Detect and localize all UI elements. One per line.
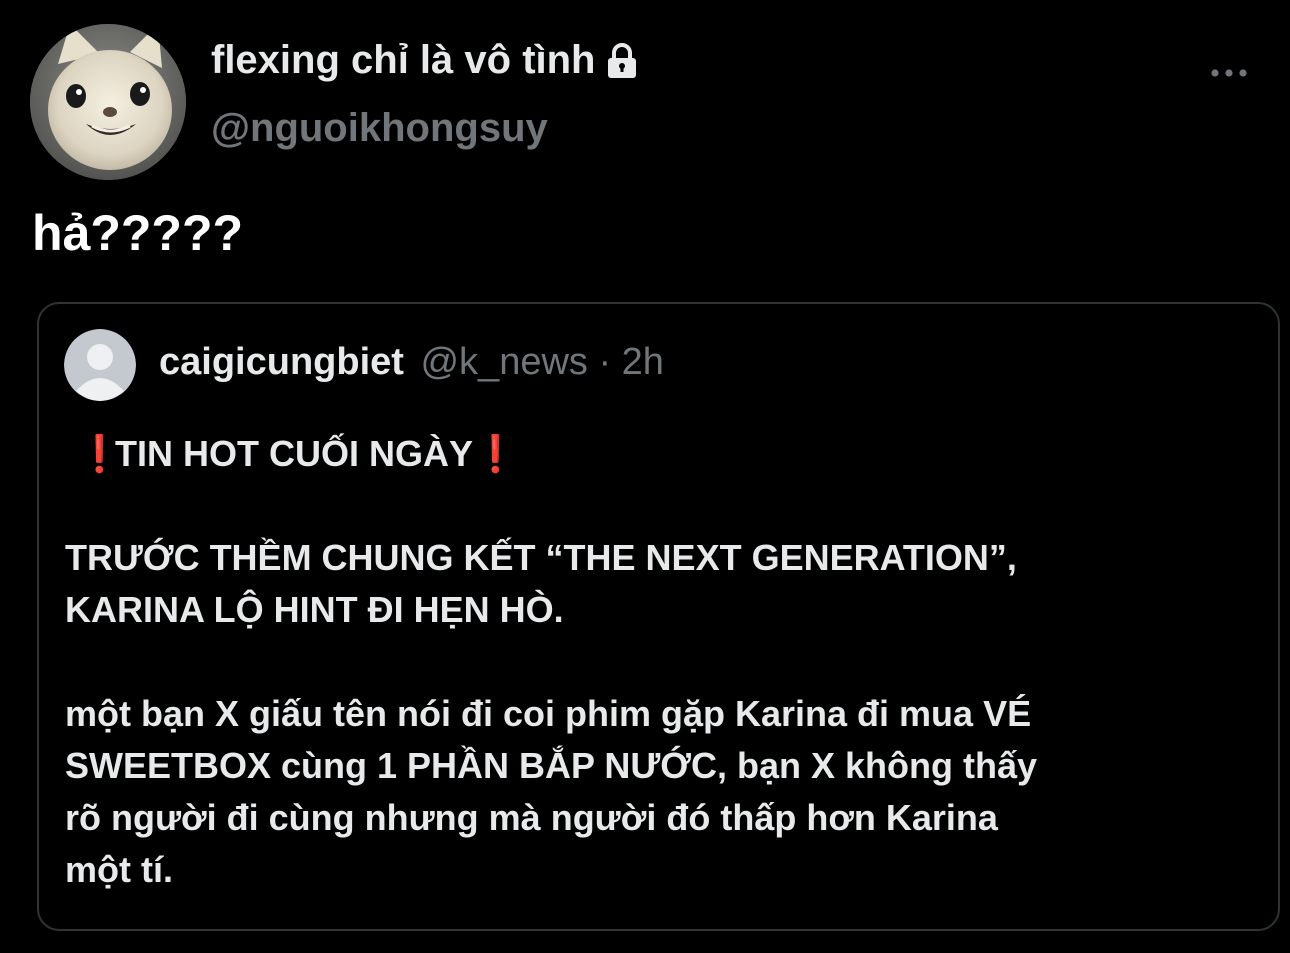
quoted-paragraph-1-line-2: KARINA LỘ HINT ĐI HẸN HÒ.	[65, 589, 564, 630]
author-avatar[interactable]	[30, 24, 186, 180]
quoted-tweet-card[interactable]: caigicungbiet @k_news · 2h ❗TIN HOT CUỐI…	[37, 302, 1280, 931]
quoted-author-avatar[interactable]	[64, 329, 136, 401]
author-display-name[interactable]: flexing chỉ là vô tình	[211, 38, 642, 83]
red-exclamation-icon: ❗	[473, 433, 518, 474]
quoted-headline-line: ❗TIN HOT CUỐI NGÀY❗	[65, 428, 1255, 480]
more-horizontal-icon	[1211, 69, 1247, 77]
default-user-avatar-icon	[64, 329, 136, 401]
quoted-paragraph-2-line-2: SWEETBOX cùng 1 PHẦN BẮP NƯỚC, bạn X khô…	[65, 745, 1037, 786]
quoted-paragraph-2-line-4: một tí.	[65, 849, 173, 890]
quoted-author-name[interactable]: caigicungbiet	[159, 341, 404, 383]
lock-icon	[607, 42, 636, 78]
quoted-paragraph-1-line-1: TRƯỚC THỀM CHUNG KẾT “THE NEXT GENERATIO…	[65, 537, 1017, 578]
quoted-paragraph-2-line-3: rõ người đi cùng nhưng mà người đó thấp …	[65, 797, 998, 838]
quoted-author-meta: @k_news · 2h	[420, 341, 664, 383]
quoted-tweet-header: caigicungbiet @k_news · 2h	[159, 341, 664, 384]
cat-avatar-icon	[30, 24, 186, 180]
quoted-paragraph-2-line-1: một bạn X giấu tên nói đi coi phim gặp K…	[65, 693, 1032, 734]
quoted-headline: TIN HOT CUỐI NGÀY	[115, 433, 473, 474]
tweet-text: hả?????	[32, 205, 244, 261]
red-exclamation-icon: ❗	[77, 433, 122, 474]
more-options-button[interactable]	[1203, 56, 1255, 90]
author-handle[interactable]: @nguoikhongsuy	[211, 106, 548, 151]
quoted-tweet-body: ❗TIN HOT CUỐI NGÀY❗ TRƯỚC THỀM CHUNG KẾT…	[65, 428, 1255, 896]
author-display-name-text: flexing chỉ là vô tình	[211, 38, 596, 82]
